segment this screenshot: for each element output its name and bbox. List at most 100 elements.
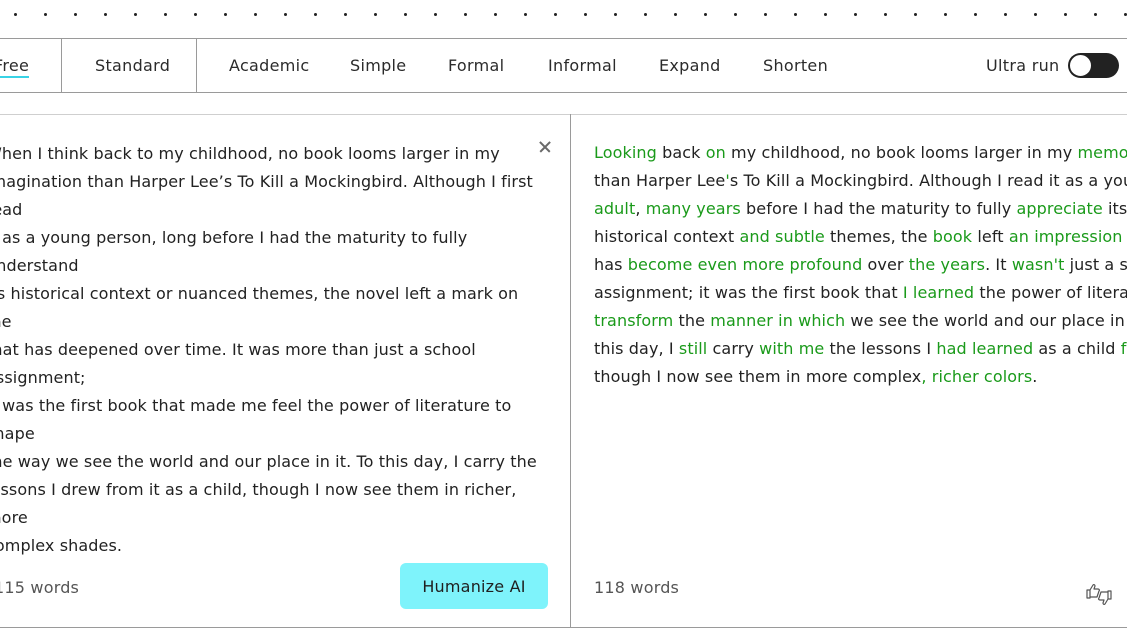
humanize-ai-button[interactable]: Humanize AI (400, 563, 548, 609)
changed-phrase[interactable]: memory (1077, 143, 1127, 162)
mode-tab-expand[interactable]: Expand (659, 39, 721, 92)
input-line: imagination than Harper Lee’s To Kill a … (0, 172, 533, 219)
output-phrase: has (594, 255, 628, 274)
decor-dot (374, 13, 377, 16)
changed-phrase[interactable]: wasn't (1012, 255, 1065, 274)
decor-dot (524, 13, 527, 16)
changed-phrase[interactable]: , richer colors (921, 367, 1032, 386)
decor-dot (914, 13, 917, 16)
changed-phrase[interactable]: and subtle (739, 227, 824, 246)
decor-dot (764, 13, 767, 16)
input-line: its historical context or nuanced themes… (0, 284, 519, 331)
input-line: lessons I drew from it as a child, thoug… (0, 480, 517, 527)
decor-dot (44, 13, 47, 16)
input-text-area[interactable]: When I think back to my childhood, no bo… (0, 140, 546, 560)
output-line: assignment; it was the first book that I… (594, 279, 1127, 307)
decor-dot (674, 13, 677, 16)
output-phrase: s To Kill a Mockingbird. Although I read… (729, 171, 1127, 190)
decor-dot (314, 13, 317, 16)
decor-dot (884, 13, 887, 16)
changed-phrase[interactable]: book (933, 227, 972, 246)
output-word-count: 118 words (594, 578, 680, 597)
mode-tab-informal[interactable]: Informal (548, 39, 617, 92)
mode-tab-shorten[interactable]: Shorten (763, 39, 828, 92)
input-line: complex shades. (0, 536, 123, 555)
decor-dot (104, 13, 107, 16)
input-word-count: 115 words (0, 578, 80, 597)
decor-dot (734, 13, 737, 16)
changed-phrase[interactable]: many years (646, 199, 741, 218)
thumbs-feedback-icon[interactable] (1084, 581, 1114, 605)
panel-bottom-divider (0, 627, 1127, 628)
output-phrase: , (635, 199, 646, 218)
changed-phrase[interactable]: the years (909, 255, 985, 274)
output-line: Looking back on my childhood, no book lo… (594, 139, 1127, 167)
changed-phrase[interactable]: from it (1121, 339, 1127, 358)
output-phrase: before I had the maturity to fully (740, 199, 1017, 218)
output-phrase: my childhood, no book looms larger in my (725, 143, 1078, 162)
output-phrase: the lessons I (824, 339, 937, 358)
decor-dot (1094, 13, 1097, 16)
decor-dot (794, 13, 797, 16)
mode-tab-simple[interactable]: Simple (350, 39, 406, 92)
ultra-run-toggle[interactable] (1068, 53, 1119, 78)
decor-dot (944, 13, 947, 16)
changed-phrase[interactable]: transform (594, 311, 673, 330)
output-text-area: Looking back on my childhood, no book lo… (594, 139, 1127, 391)
output-line: has become even more profound over the y… (594, 251, 1127, 279)
output-phrase: over (862, 255, 909, 274)
output-phrase: carry (707, 339, 760, 358)
changed-phrase[interactable]: I learned (903, 283, 974, 302)
changed-phrase[interactable]: appreciate (1016, 199, 1102, 218)
clear-input-icon[interactable] (537, 139, 553, 155)
panel-center-divider (570, 114, 571, 628)
panel-top-divider (0, 114, 1127, 115)
output-phrase: . (1032, 367, 1038, 386)
decor-dot (164, 13, 167, 16)
output-phrase: than Harper Lee (594, 171, 726, 190)
decor-dot (554, 13, 557, 16)
output-phrase: back (656, 143, 706, 162)
output-line: this day, I still carry with me the less… (594, 335, 1127, 363)
changed-phrase[interactable]: an impression (1009, 227, 1123, 246)
mode-separator (196, 39, 197, 93)
mode-bar: Free Standard Academic Simple Formal Inf… (0, 38, 1127, 93)
mode-tab-formal[interactable]: Formal (448, 39, 504, 92)
decor-dot (404, 13, 407, 16)
decor-dot (14, 13, 17, 16)
input-line: that has deepened over time. It was more… (0, 340, 476, 387)
output-phrase: as a child (1033, 339, 1121, 358)
changed-phrase[interactable]: manner in which (710, 311, 845, 330)
changed-phrase[interactable]: become even more profound (628, 255, 863, 274)
mode-tab-free[interactable]: Free (0, 39, 30, 92)
decor-dot (824, 13, 827, 16)
input-line: it as a young person, long before I had … (0, 228, 468, 275)
output-line: adult, many years before I had the matur… (594, 195, 1127, 223)
decor-dot (644, 13, 647, 16)
changed-phrase[interactable]: had learned (936, 339, 1033, 358)
decor-dot (434, 13, 437, 16)
changed-phrase[interactable]: still (679, 339, 707, 358)
output-line: though I now see them in more complex, r… (594, 363, 1127, 391)
input-line: it was the first book that made me feel … (0, 396, 512, 443)
decor-dot (614, 13, 617, 16)
decor-dot (194, 13, 197, 16)
changed-phrase[interactable]: with me (759, 339, 824, 358)
decor-dot (134, 13, 137, 16)
decor-dot (74, 13, 77, 16)
decor-dot (704, 13, 707, 16)
decor-dot (1004, 13, 1007, 16)
decor-dot (494, 13, 497, 16)
ultra-run-label: Ultra run (986, 56, 1060, 75)
dotted-pattern (0, 0, 1127, 38)
decor-dot (464, 13, 467, 16)
changed-phrase[interactable]: adult (594, 199, 635, 218)
input-line: the way we see the world and our place i… (0, 452, 537, 471)
mode-tab-standard[interactable]: Standard (95, 39, 170, 92)
mode-separator (61, 39, 62, 93)
output-phrase: this day, I (594, 339, 679, 358)
decor-dot (974, 13, 977, 16)
changed-phrase[interactable]: on (706, 143, 726, 162)
changed-phrase[interactable]: Looking (594, 143, 657, 162)
mode-tab-academic[interactable]: Academic (229, 39, 310, 92)
